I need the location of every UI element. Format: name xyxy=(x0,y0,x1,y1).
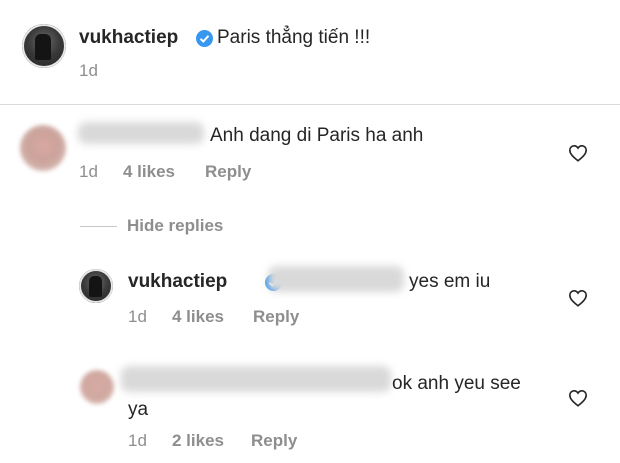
comment-likes[interactable]: 4 likes xyxy=(123,162,175,182)
hide-replies-label[interactable]: Hide replies xyxy=(127,216,223,235)
post-username[interactable]: vukhactiep xyxy=(79,27,178,49)
heart-icon[interactable] xyxy=(568,389,588,407)
reply-label[interactable]: Reply xyxy=(253,307,299,326)
post-caption: Paris thẳng tiến !!! xyxy=(217,27,371,48)
reply-time: 1d xyxy=(128,307,147,326)
reply-text: yes em iu xyxy=(409,271,491,292)
hide-replies-line xyxy=(80,226,117,227)
reply-likes[interactable]: 4 likes xyxy=(172,307,224,327)
comment-time: 1d xyxy=(79,162,98,181)
redacted-mention xyxy=(268,266,404,292)
post-time: 1d xyxy=(79,61,98,80)
reply-time: 1d xyxy=(128,431,147,450)
reply-author-avatar[interactable] xyxy=(79,269,113,303)
commenter-avatar[interactable] xyxy=(20,125,66,171)
likes-count[interactable]: 4 likes xyxy=(123,162,175,181)
reply-commenter-avatar[interactable] xyxy=(80,370,114,404)
reply-button[interactable]: Reply xyxy=(205,162,251,182)
author-avatar[interactable] xyxy=(22,24,66,68)
comment-text: Anh dang di Paris ha anh xyxy=(210,125,424,146)
reply-label[interactable]: Reply xyxy=(205,162,251,181)
verified-badge-icon xyxy=(196,30,213,47)
redacted-username-and-mention xyxy=(121,366,391,392)
reply-likes[interactable]: 2 likes xyxy=(172,431,224,451)
reply-text-line2: ya xyxy=(128,399,149,420)
hide-replies-button[interactable]: Hide replies xyxy=(127,216,223,236)
reply-username[interactable]: vukhactiep xyxy=(128,271,227,293)
reply-label[interactable]: Reply xyxy=(251,431,297,450)
divider xyxy=(0,104,620,105)
reply-button[interactable]: Reply xyxy=(253,307,299,327)
heart-icon[interactable] xyxy=(568,289,588,307)
reply-text-line1: ok anh yeu see xyxy=(392,373,521,394)
likes-count[interactable]: 2 likes xyxy=(172,431,224,450)
heart-icon[interactable] xyxy=(568,144,588,162)
redacted-username xyxy=(78,122,204,144)
likes-count[interactable]: 4 likes xyxy=(172,307,224,326)
reply-button[interactable]: Reply xyxy=(251,431,297,451)
